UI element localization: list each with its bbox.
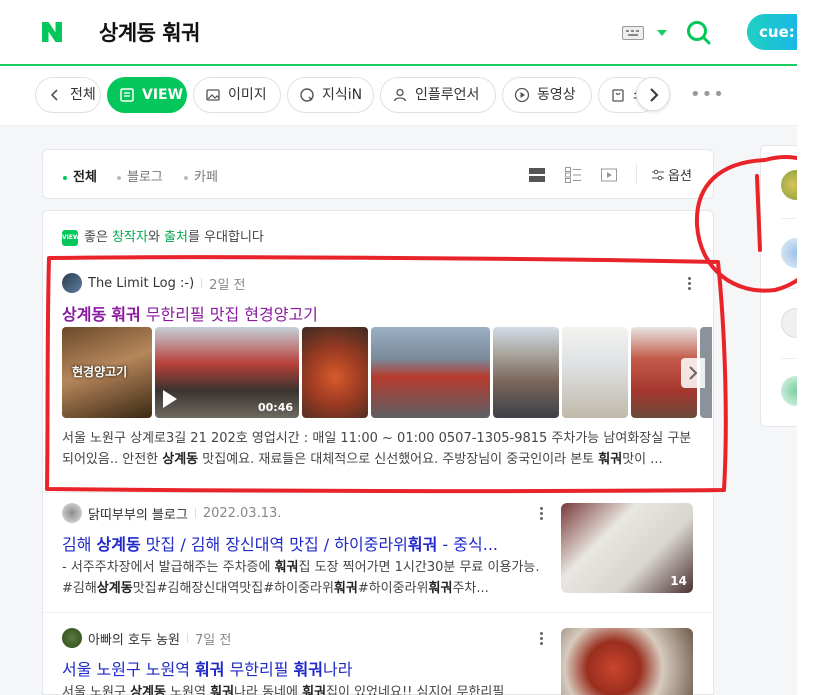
tab-label: 전체 (70, 87, 96, 103)
post-date: 2일 전 (209, 277, 246, 293)
result-description: 서울 노원구 상계동 노원역 훠궈나라 동네에 훠궈집이 있었네요!! 심지어 … (62, 685, 505, 695)
keyboard-icon[interactable] (622, 26, 644, 40)
tab-kin[interactable]: 지식iN (287, 77, 374, 113)
options-button[interactable]: 옵션 (651, 165, 692, 184)
tab-label: 동영상 (537, 87, 576, 103)
tabs-next-button[interactable] (636, 77, 670, 111)
search-tabs: 전체 VIEW 이미지 지식iN 인플루언서 동영상 쇼핑 (0, 66, 797, 126)
dropdown-arrow-icon[interactable] (657, 30, 667, 36)
view-notice: VIEW 좋은 창작자와 출처를 우대합니다 (62, 229, 264, 246)
divider (42, 492, 714, 493)
image-icon (206, 89, 220, 101)
video-duration: 00:46 (257, 401, 293, 414)
video-view-icon[interactable] (600, 166, 618, 184)
person-icon (393, 88, 407, 102)
result-item: 아빠의 호두 농원 7일 전 서울 노원구 노원역 훠궈 무한리필 훠궈나라 서… (62, 628, 544, 695)
more-menu-icon[interactable]: ••• (690, 84, 725, 105)
avatar (62, 503, 82, 523)
list-view-icon[interactable] (528, 166, 546, 184)
video-thumbnail[interactable]: 00:46 (155, 327, 299, 418)
thumbnail-image[interactable]: 현경양고기 (62, 327, 152, 418)
result-title[interactable]: 상계동 훠궈 무한리필 맛집 현경양고기 (62, 301, 714, 325)
search-icon[interactable] (686, 20, 712, 46)
view-doc-icon (120, 88, 134, 102)
filter-blog[interactable]: 블로그 (117, 166, 163, 185)
kin-icon (300, 88, 314, 102)
thumbnail-image[interactable] (493, 327, 559, 418)
result-description: - 서주주차장에서 발급해주는 주차증에 훠궈집 도장 찍어가면 1시간30분 … (62, 560, 540, 596)
page-edge (797, 0, 837, 695)
result-author[interactable]: 닭띠부부의 블로그 2022.03.13. (62, 503, 542, 523)
view-badge-icon: VIEW (62, 229, 80, 246)
thumbnail-image[interactable] (562, 327, 628, 418)
tab-label: VIEW (142, 87, 184, 103)
tab-video[interactable]: 동영상 (502, 77, 592, 113)
avatar (62, 273, 82, 293)
tab-image[interactable]: 이미지 (193, 77, 281, 113)
result-description: 서울 노원구 상계로3길 21 202호 영업시간 : 매일 11:00 ~ 0… (62, 431, 692, 467)
tab-label: 지식iN (322, 87, 363, 103)
image-count: 14 (670, 574, 687, 588)
result-item: 닭띠부부의 블로그 2022.03.13. 김해 상계동 맛집 / 김해 장신대… (62, 503, 544, 599)
compact-view-icon[interactable] (564, 166, 582, 184)
thumbnail-image[interactable] (371, 327, 490, 418)
chevron-left-icon (50, 89, 58, 101)
result-item: The Limit Log :-) 2일 전 상계동 훠궈 무한리필 맛집 현경… (62, 273, 714, 325)
sliders-icon (652, 169, 664, 181)
more-options-icon[interactable] (688, 277, 692, 291)
result-thumbnail[interactable]: 14 (561, 503, 693, 593)
tab-influencer[interactable]: 인플루언서 (380, 77, 496, 113)
result-author[interactable]: 아빠의 호두 농원 7일 전 (62, 628, 542, 648)
thumbnail-image[interactable] (302, 327, 368, 418)
tab-label: 인플루언서 (415, 87, 480, 103)
play-icon (163, 390, 177, 408)
right-side-panel (760, 145, 811, 427)
divider (42, 612, 714, 613)
filter-all[interactable]: 전체 (63, 166, 97, 185)
result-title[interactable]: 서울 노원구 노원역 훠궈 무한리필 훠궈나라 (62, 656, 542, 680)
tab-all[interactable]: 전체 (35, 77, 101, 113)
shopping-bag-icon (612, 89, 624, 102)
source-link[interactable]: 출처 (164, 230, 188, 245)
play-circle-icon (514, 87, 530, 103)
chevron-right-icon (650, 88, 659, 102)
thumbnail-strip: 현경양고기 00:46 (62, 327, 712, 418)
post-date: 2022.03.13. (202, 505, 282, 521)
filter-cafe[interactable]: 카페 (184, 166, 218, 185)
search-query-text[interactable]: 상계동 훠궈 (99, 17, 200, 47)
more-options-icon[interactable] (540, 507, 544, 521)
more-options-icon[interactable] (540, 632, 544, 646)
tab-label: 이미지 (228, 87, 267, 103)
filter-bar: 전체 블로그 카페 옵션 (42, 149, 714, 199)
result-thumbnail[interactable] (561, 628, 693, 695)
avatar (62, 628, 82, 648)
divider (636, 164, 637, 184)
naver-logo-icon[interactable] (40, 20, 64, 44)
result-author[interactable]: The Limit Log :-) 2일 전 (62, 273, 714, 293)
thumbnail-next-button[interactable] (681, 358, 705, 388)
result-title[interactable]: 김해 상계동 맛집 / 김해 장신대역 맛집 / 하이중라위훠궈 - 중식... (62, 531, 542, 555)
cue-button-visible[interactable]: cue: (747, 14, 797, 50)
post-date: 7일 전 (195, 632, 232, 648)
creator-link[interactable]: 창작자 (112, 230, 148, 245)
search-header: 상계동 훠궈 cue: (0, 0, 807, 66)
chevron-right-icon (689, 366, 698, 380)
tab-view[interactable]: VIEW (107, 77, 187, 113)
